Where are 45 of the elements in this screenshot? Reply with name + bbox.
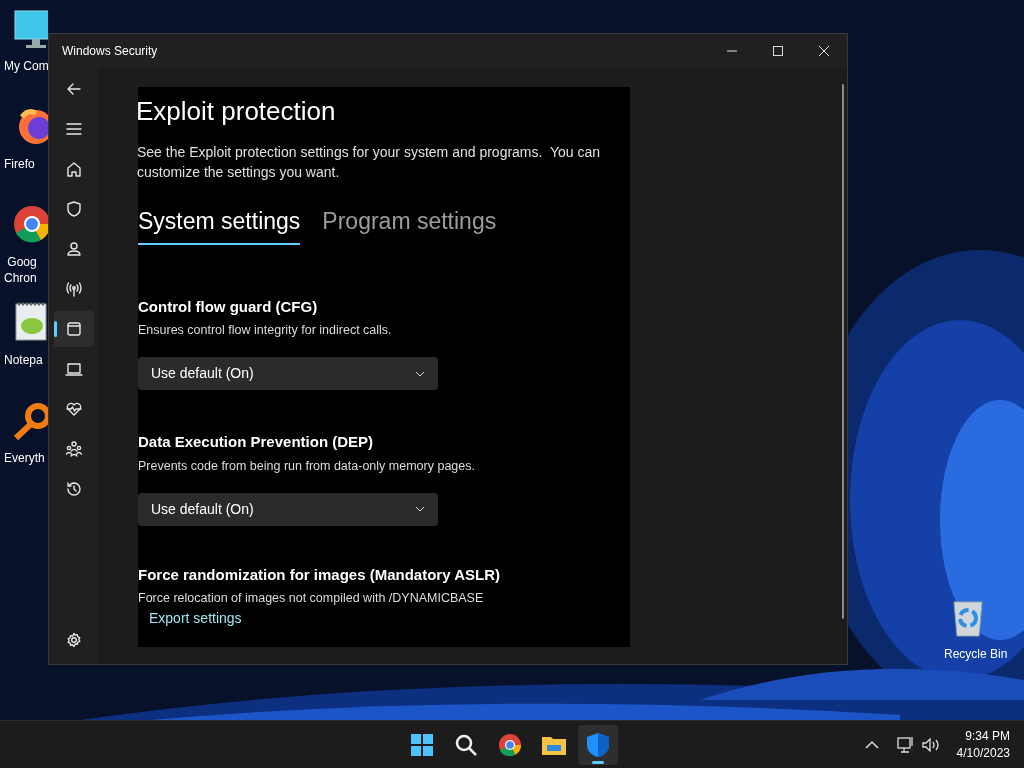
network-icon[interactable] [896, 735, 915, 754]
app-window-button[interactable] [53, 311, 94, 347]
desktop-icon-label[interactable]: Notepa [4, 352, 43, 368]
home-icon [64, 160, 83, 178]
person-icon [64, 240, 83, 258]
setting-title: Force randomization for images (Mandatory ASLR) [138, 564, 501, 585]
tab[interactable]: Program settings [322, 204, 497, 245]
shield-taskbar-button[interactable] [578, 724, 618, 765]
shield-icon [64, 200, 83, 218]
setting-title: Data Execution Prevention (DEP) [138, 432, 375, 452]
desktop-icon-label[interactable]: Chron [4, 270, 37, 286]
app-window-icon [64, 320, 83, 338]
desktop-icon-label[interactable]: Goog [7, 254, 37, 270]
menu-icon [64, 120, 83, 138]
heart-pulse-icon [64, 400, 83, 418]
page-description: See the Exploit protection settings for your system and programs. You can customize the settings you want. [137, 143, 602, 182]
page-title: Exploit protection [136, 95, 337, 128]
antenna-icon [64, 280, 83, 298]
window-title: Windows Security [62, 42, 158, 60]
monitor-icon[interactable] [12, 8, 48, 50]
setting-title: Control flow guard (CFG) [138, 296, 319, 317]
export-settings-link[interactable]: Export settings [149, 608, 242, 629]
dropdown[interactable]: Use default (On) [138, 492, 438, 526]
desktop-icon-label[interactable]: Firefo [4, 156, 35, 172]
family-icon [64, 440, 83, 458]
laptop-icon [64, 360, 83, 378]
chevron-down-icon [415, 370, 425, 377]
desktop-icon-label[interactable]: Everyth [4, 450, 45, 466]
close-icon [819, 45, 829, 56]
desktop-icon-label[interactable]: Recycle Bin [944, 646, 1008, 662]
chevron-down-icon [415, 506, 425, 512]
shield-icon [584, 730, 612, 759]
tab[interactable]: System settings [138, 204, 301, 245]
chevron-up-icon[interactable] [864, 739, 879, 750]
setting-description: Force relocation of images not compiled with /DYNAMICBASE [138, 590, 485, 606]
desktop-icon-label[interactable]: My Com [4, 58, 49, 74]
volume-icon[interactable] [920, 735, 941, 754]
history-icon [64, 480, 83, 498]
setting-description: Prevents code from being run from data-only memory pages. [138, 457, 476, 474]
setting-description: Ensures control flow integrity for indirect calls. [138, 322, 393, 338]
clock-date[interactable]: 4/10/2023 [956, 744, 1010, 762]
settings-icon [64, 631, 83, 649]
maximize-icon [773, 45, 783, 56]
clock-time[interactable]: 9:34 PM [965, 727, 1010, 745]
dropdown[interactable]: Use default (On) [138, 357, 438, 390]
